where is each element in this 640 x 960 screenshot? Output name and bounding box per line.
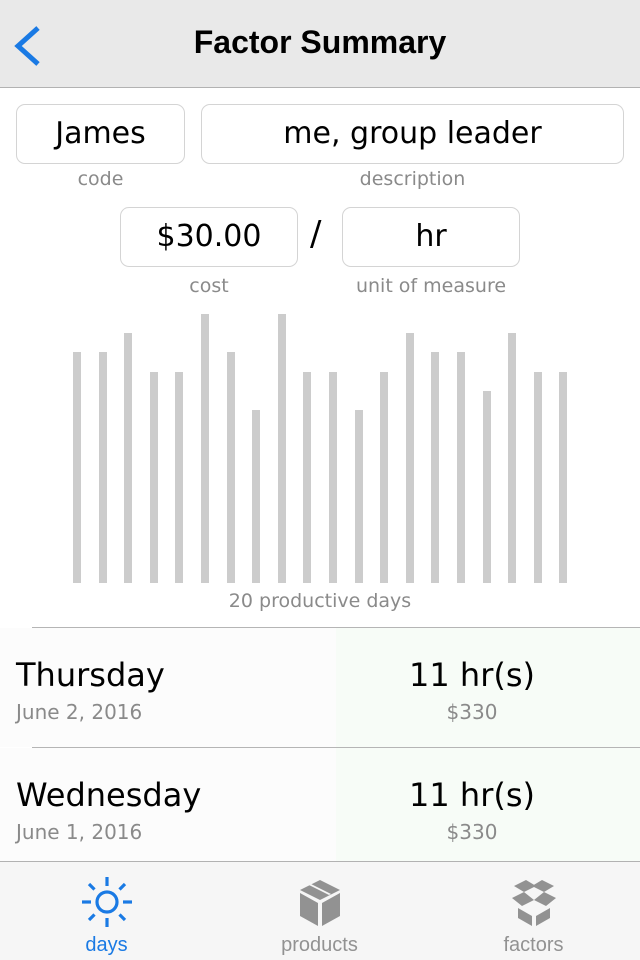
chart-bar bbox=[150, 372, 158, 583]
chart-bar bbox=[406, 333, 414, 583]
day-date: June 2, 2016 bbox=[16, 700, 143, 724]
tab-products[interactable]: products bbox=[213, 862, 426, 960]
page-title: Factor Summary bbox=[193, 24, 447, 60]
day-cost: $330 bbox=[446, 700, 498, 724]
chart-bar bbox=[380, 372, 388, 583]
chart-bar bbox=[508, 333, 516, 583]
unit-label: unit of measure bbox=[355, 275, 507, 297]
description-label: description bbox=[359, 168, 466, 190]
day-hours: 11 hr(s) bbox=[409, 656, 535, 694]
cost-label: cost bbox=[189, 275, 229, 297]
chart-bar bbox=[483, 391, 491, 583]
cost-field[interactable]: $30.00 bbox=[120, 207, 298, 267]
box-icon bbox=[299, 880, 340, 926]
day-date: June 1, 2016 bbox=[16, 820, 143, 844]
tab-bar: days products factors bbox=[0, 861, 640, 960]
chart-bar bbox=[431, 352, 439, 583]
code-label: code bbox=[77, 168, 124, 190]
code-field[interactable]: James bbox=[16, 104, 185, 164]
days-bar-chart bbox=[0, 300, 640, 590]
chart-bar bbox=[329, 372, 337, 583]
chart-caption: 20 productive days bbox=[228, 590, 412, 612]
chart-bar bbox=[201, 314, 209, 583]
day-cost: $330 bbox=[446, 820, 498, 844]
open-box-icon bbox=[511, 880, 556, 926]
chart-bar bbox=[278, 314, 286, 583]
chart-bar bbox=[175, 372, 183, 583]
chart-bar bbox=[355, 410, 363, 583]
tab-days[interactable]: days bbox=[0, 862, 213, 960]
chart-bar bbox=[303, 372, 311, 583]
per-separator: / bbox=[310, 214, 322, 254]
tab-factors[interactable]: factors bbox=[427, 862, 640, 960]
day-name: Wednesday bbox=[16, 776, 202, 814]
list-item[interactable]: Thursday June 2, 2016 11 hr(s) $330 bbox=[0, 628, 640, 747]
chart-bar bbox=[534, 372, 542, 583]
tab-factors-label: factors bbox=[503, 934, 564, 956]
list-item[interactable]: Wednesday June 1, 2016 11 hr(s) $330 bbox=[0, 748, 640, 861]
chart-bar bbox=[252, 410, 260, 583]
chart-bar bbox=[73, 352, 81, 583]
chart-bar bbox=[227, 352, 235, 583]
sun-icon bbox=[81, 877, 132, 927]
tab-days-label: days bbox=[85, 934, 128, 956]
tab-products-label: products bbox=[281, 934, 358, 956]
unit-field[interactable]: hr bbox=[342, 207, 520, 267]
description-field[interactable]: me, group leader bbox=[201, 104, 624, 164]
chart-bar bbox=[457, 352, 465, 583]
chart-bar bbox=[559, 372, 567, 583]
chart-bar bbox=[99, 352, 107, 583]
chart-bar bbox=[124, 333, 132, 583]
navigation-bar: Factor Summary bbox=[0, 0, 640, 88]
day-name: Thursday bbox=[16, 656, 165, 694]
day-hours: 11 hr(s) bbox=[409, 776, 535, 814]
